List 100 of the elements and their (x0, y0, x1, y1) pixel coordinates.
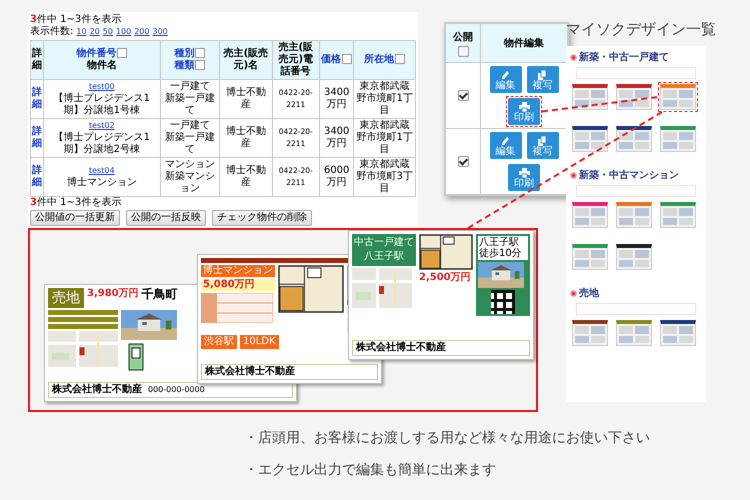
print-button[interactable]: 印刷 (508, 98, 540, 125)
property-subtype: 新築一戸建て (164, 93, 216, 117)
per-page-label: 表示件数: (30, 26, 74, 38)
detail-link[interactable]: 詳細 (32, 165, 42, 189)
property-subtype: 新築一戸建て (164, 132, 216, 156)
column-header: 物件名 (86, 60, 117, 71)
sort-icon[interactable] (395, 54, 406, 64)
edit-button[interactable]: 編集 (490, 66, 522, 93)
note-text: ・店頭用、お客様にお渡しする用など様々な用途にお使い下さい (244, 429, 650, 447)
flyer-thumbnail[interactable] (572, 244, 608, 270)
table-cell: 6000万円 (319, 158, 354, 196)
floor-plan-drawing (278, 265, 344, 313)
flyer-thumbnail[interactable] (660, 126, 696, 152)
flower-icon (570, 290, 577, 296)
print-button[interactable]: 印刷 (508, 164, 540, 191)
section-heading: 売地 (579, 286, 599, 300)
table-cell: 3400万円 (319, 80, 354, 118)
property-number-link[interactable]: test02 (45, 120, 159, 132)
sort-link[interactable]: 種類 (174, 60, 194, 71)
property-type: 一戸建て (168, 81, 211, 92)
station-label: 八王子駅 (363, 250, 405, 264)
flyer-thumbnail[interactable] (572, 320, 608, 346)
property-subtype: 新築マンション (164, 171, 216, 195)
flyer-thumbnail[interactable] (660, 202, 696, 228)
category-label: 中古一戸建て (354, 236, 414, 250)
sort-link[interactable]: 種別 (174, 48, 194, 59)
layout-label: 10LDK (240, 335, 279, 349)
property-number-link[interactable]: test04 (45, 165, 159, 177)
per-page-link[interactable]: 50 (102, 26, 113, 38)
per-page-link[interactable]: 20 (90, 26, 100, 38)
flyer-thumbnail[interactable] (572, 84, 608, 110)
town-name: 千鳥町 (142, 288, 178, 303)
result-text: 件中 1~3件を表示 (36, 14, 122, 25)
table-cell: 博士不動産 (220, 118, 272, 158)
flyer-thumbnail[interactable] (616, 202, 652, 228)
checkbox[interactable] (458, 90, 468, 101)
flyer-thumbnail[interactable] (572, 126, 608, 152)
note-text: ・エクセル出力で編集も簡単に出来ます (244, 461, 497, 479)
section-heading: 新築・中古マンション (579, 168, 679, 182)
table-cell: 博士不動産 (220, 80, 272, 118)
action-button[interactable]: 公開の一括反映 (126, 210, 206, 226)
sort-icon[interactable] (342, 54, 352, 64)
per-page-link[interactable]: 300 (152, 26, 168, 38)
flyer-thumbnail[interactable] (660, 320, 696, 346)
company-name: 株式会社博士不動産 (205, 366, 295, 378)
result-count: 3 (30, 14, 37, 25)
per-page-link[interactable]: 10 (76, 26, 87, 38)
flyer-thumbnail[interactable] (616, 84, 652, 110)
sort-icon[interactable] (195, 48, 206, 58)
property-number-link[interactable]: test00 (45, 81, 159, 93)
price-text: 2,500万円 (419, 272, 472, 284)
per-page-link[interactable]: 200 (134, 26, 150, 38)
checkbox[interactable] (458, 46, 468, 56)
column-header: 売主(販売元)名 (224, 48, 268, 71)
sort-icon[interactable] (117, 48, 128, 58)
result-count: 3 (30, 197, 37, 208)
table-cell: 東京都武蔵野市境町1丁目 (354, 118, 416, 158)
comment-bar (48, 310, 118, 315)
column-header: 詳細 (32, 48, 42, 71)
comment-bar (48, 324, 118, 329)
flyer-thumbnail[interactable] (572, 202, 608, 228)
price-text: 3,980万円 (87, 288, 139, 301)
printer-icon (518, 102, 530, 112)
copy-button[interactable]: 複写 (526, 132, 558, 159)
edit-button[interactable]: 編集 (490, 132, 522, 159)
action-button[interactable]: チェック物件の削除 (212, 210, 312, 226)
station-name: 八王子駅 (479, 237, 520, 248)
column-header: 公開 (453, 30, 473, 44)
flower-icon (570, 54, 577, 60)
copy-icon (537, 136, 548, 146)
walk-time: 徒歩10分 (479, 248, 523, 259)
result-text: 件中 1~3件を表示 (36, 197, 122, 208)
sort-icon[interactable] (195, 60, 206, 70)
station-label: 渋谷駅 (201, 335, 237, 349)
sort-link[interactable]: 価格 (321, 54, 342, 65)
property-type: 一戸建て (168, 120, 211, 132)
column-header: 物件編集 (504, 38, 544, 49)
flyer-thumbnail[interactable] (616, 244, 652, 270)
phone-number: 000-000-0000 (148, 384, 205, 396)
comment-bar (48, 317, 118, 322)
detail-link[interactable]: 詳細 (32, 87, 42, 111)
qr-code-icon (491, 290, 515, 314)
per-page-link[interactable]: 100 (116, 26, 132, 38)
sort-link[interactable]: 所在地 (364, 54, 394, 65)
flyer-thumbnail[interactable] (616, 320, 652, 346)
table-cell: 東京都武蔵野市境町3丁目 (354, 158, 416, 196)
copy-button[interactable]: 複写 (526, 66, 558, 93)
checkbox[interactable] (458, 156, 468, 167)
detail-link[interactable]: 詳細 (32, 126, 42, 150)
gallery-title: マイソクデザイン一覧 (566, 20, 716, 39)
price-text: 5,080万円 (201, 279, 275, 291)
section-heading: 新築・中古一戸建て (579, 50, 669, 64)
action-button[interactable]: 公開値の一括更新 (30, 210, 120, 226)
flower-icon (570, 172, 577, 178)
table-cell: 3400万円 (319, 118, 354, 158)
sort-link[interactable]: 物件番号 (76, 48, 116, 59)
property-name: 【博士プレジデンス1期】分譲地2号棟 (52, 132, 151, 156)
column-header: 売主(販売元)電話番号 (278, 42, 314, 77)
pencil-icon (500, 70, 511, 80)
flyer-thumbnail[interactable] (616, 126, 652, 152)
